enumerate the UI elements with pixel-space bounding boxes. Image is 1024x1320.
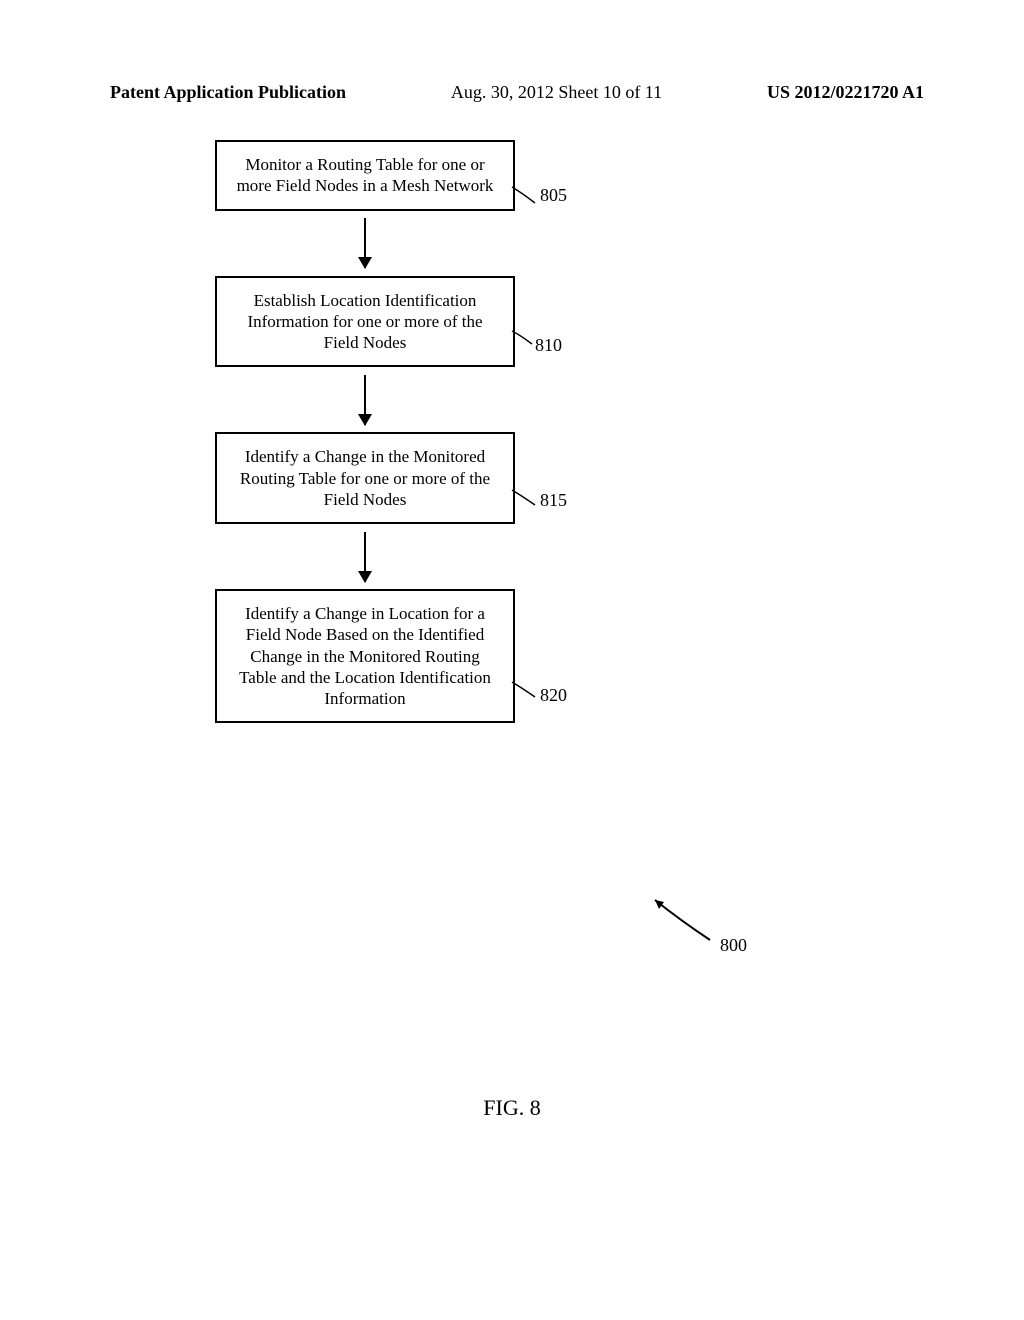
ref-label-800: 800 [720,935,747,956]
flow-box-monitor-text: Monitor a Routing Table for one or more … [237,155,494,195]
flow-box-establish-text: Establish Location Identification Inform… [247,291,482,353]
callout-curve-805 [510,185,540,210]
flow-box-identify-change-text: Identify a Change in the Monitored Routi… [240,447,490,509]
arrow-2 [215,367,515,432]
flow-box-identify-location: Identify a Change in Location for a Fiel… [215,589,515,723]
callout-curve-810 [510,329,537,349]
flow-box-identify-location-text: Identify a Change in Location for a Fiel… [239,604,491,708]
callout-curve-815 [510,488,540,510]
ref-label-810: 810 [535,335,562,356]
callout-arrow-800 [650,895,720,950]
header-date-sheet: Aug. 30, 2012 Sheet 10 of 11 [451,82,662,103]
header-publication: Patent Application Publication [110,82,346,103]
arrow-3 [215,524,515,589]
callout-curve-820 [510,680,540,702]
flow-box-identify-change: Identify a Change in the Monitored Routi… [215,432,515,524]
arrow-1 [215,211,515,276]
header-pub-number: US 2012/0221720 A1 [767,82,924,103]
page-header: Patent Application Publication Aug. 30, … [0,82,1024,103]
flowchart: Monitor a Routing Table for one or more … [215,140,515,723]
ref-label-805: 805 [540,185,567,206]
ref-label-820: 820 [540,685,567,706]
figure-label: FIG. 8 [0,1095,1024,1121]
ref-label-815: 815 [540,490,567,511]
flow-box-monitor: Monitor a Routing Table for one or more … [215,140,515,211]
flow-box-establish: Establish Location Identification Inform… [215,276,515,368]
